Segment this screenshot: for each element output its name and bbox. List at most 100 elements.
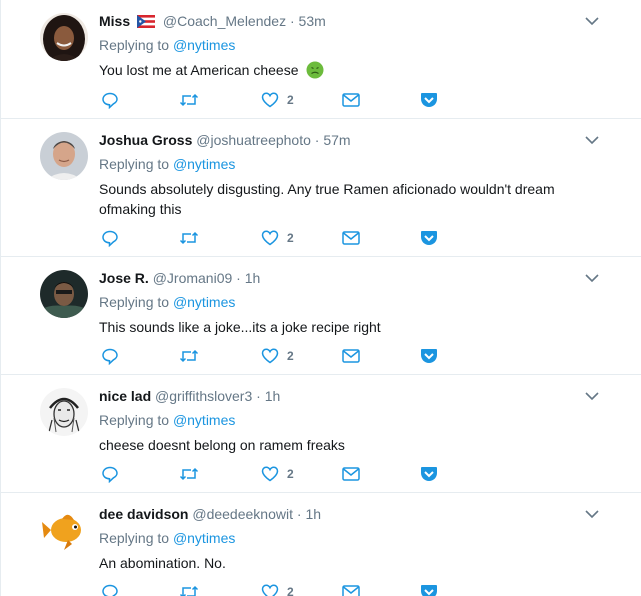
timestamp[interactable]: 1h xyxy=(245,270,261,286)
replying-to-mention[interactable]: @nytimes xyxy=(173,156,235,172)
like-count: 2 xyxy=(287,349,294,363)
timestamp[interactable]: 53m xyxy=(299,13,326,29)
tweet-text-content: Sounds absolutely disgusting. Any true R… xyxy=(99,181,555,217)
retweet-button[interactable] xyxy=(179,346,199,366)
separator-dot: · xyxy=(289,13,295,29)
display-name[interactable]: Jose R. xyxy=(99,270,149,286)
separator-dot: · xyxy=(314,132,320,148)
username[interactable]: @griffithslover3 xyxy=(155,388,252,404)
separator-dot: · xyxy=(236,270,241,286)
retweet-icon xyxy=(179,349,199,363)
separator-dot: · xyxy=(256,388,261,404)
reply-button[interactable] xyxy=(101,464,119,484)
reply-button[interactable] xyxy=(101,346,119,366)
replying-to: Replying to @nytimes xyxy=(99,529,235,547)
replying-to: Replying to @nytimes xyxy=(99,411,235,429)
like-button[interactable]: 2 xyxy=(261,228,294,248)
reply-button[interactable] xyxy=(101,228,119,248)
pocket-button[interactable] xyxy=(420,228,438,248)
like-count: 2 xyxy=(287,467,294,481)
tweet-reply[interactable]: Jose R. @Jromani09 · 1h Replying to @nyt… xyxy=(0,257,641,375)
tweet-reply[interactable]: dee davidson @deedeeknowit · 1h Replying… xyxy=(0,493,641,596)
retweet-button[interactable] xyxy=(179,582,199,596)
tweet-reply[interactable]: Joshua Gross @joshuatreephoto · 57m Repl… xyxy=(0,119,641,257)
tweet-text: Sounds absolutely disgusting. Any true R… xyxy=(99,179,579,219)
reply-icon xyxy=(102,584,118,596)
tweet-reply[interactable]: nice lad @griffithslover3 · 1h Replying … xyxy=(0,375,641,493)
timestamp[interactable]: 57m xyxy=(323,132,350,148)
like-count: 2 xyxy=(287,93,294,107)
like-button[interactable]: 2 xyxy=(261,346,294,366)
replying-to: Replying to @nytimes xyxy=(99,36,235,54)
username[interactable]: @joshuatreephoto xyxy=(196,132,311,148)
nauseated-face-emoji xyxy=(306,61,324,84)
tweet-actions: 2 xyxy=(99,346,459,366)
username[interactable]: @Coach_Melendez xyxy=(163,13,286,29)
envelope-icon xyxy=(342,349,360,363)
pocket-icon xyxy=(421,349,437,363)
timestamp[interactable]: 1h xyxy=(305,506,321,522)
tweet-text-content: An abomination. No. xyxy=(99,555,226,571)
direct-message-button[interactable] xyxy=(342,90,360,110)
retweet-icon xyxy=(179,585,199,596)
tweet-header: dee davidson @deedeeknowit · 1h xyxy=(99,505,321,523)
chevron-down-icon[interactable] xyxy=(584,271,600,283)
replying-to-mention[interactable]: @nytimes xyxy=(173,530,235,546)
retweet-button[interactable] xyxy=(179,228,199,248)
separator-dot: · xyxy=(296,506,302,522)
like-button[interactable]: 2 xyxy=(261,464,294,484)
username[interactable]: @Jromani09 xyxy=(153,270,233,286)
retweet-button[interactable] xyxy=(179,90,199,110)
direct-message-button[interactable] xyxy=(342,464,360,484)
avatar[interactable] xyxy=(40,506,88,554)
like-button[interactable]: 2 xyxy=(261,582,294,596)
tweet-text: This sounds like a joke...its a joke rec… xyxy=(99,317,579,337)
reply-button[interactable] xyxy=(101,582,119,596)
tweet-text-content: This sounds like a joke...its a joke rec… xyxy=(99,319,381,335)
display-name[interactable]: nice lad xyxy=(99,388,151,404)
display-name[interactable]: Miss xyxy=(99,13,130,29)
replying-to-label: Replying to xyxy=(99,530,170,546)
retweet-icon xyxy=(179,93,199,107)
display-name[interactable]: dee davidson xyxy=(99,506,188,522)
puerto-rico-flag-icon xyxy=(137,14,156,32)
chevron-down-icon[interactable] xyxy=(584,133,600,145)
chevron-down-icon[interactable] xyxy=(584,507,600,519)
replying-to: Replying to @nytimes xyxy=(99,155,235,173)
envelope-icon xyxy=(342,585,360,596)
chevron-down-icon[interactable] xyxy=(584,14,600,26)
chevron-down-icon[interactable] xyxy=(584,389,600,401)
tweet-actions: 2 xyxy=(99,582,459,596)
replying-to-label: Replying to xyxy=(99,412,170,428)
username[interactable]: @deedeeknowit xyxy=(192,506,293,522)
replying-to-mention[interactable]: @nytimes xyxy=(173,294,235,310)
heart-icon xyxy=(261,466,279,482)
reply-icon xyxy=(102,466,118,483)
pocket-button[interactable] xyxy=(420,346,438,366)
avatar[interactable] xyxy=(40,388,88,436)
pocket-button[interactable] xyxy=(420,582,438,596)
reply-button[interactable] xyxy=(101,90,119,110)
like-button[interactable]: 2 xyxy=(261,90,294,110)
timestamp[interactable]: 1h xyxy=(265,388,281,404)
tweet-header: Jose R. @Jromani09 · 1h xyxy=(99,269,260,287)
reply-icon xyxy=(102,348,118,365)
avatar[interactable] xyxy=(40,270,88,318)
direct-message-button[interactable] xyxy=(342,582,360,596)
tweet-actions: 2 xyxy=(99,228,459,248)
heart-icon xyxy=(261,584,279,596)
avatar[interactable] xyxy=(40,13,88,61)
tweet-header: nice lad @griffithslover3 · 1h xyxy=(99,387,280,405)
direct-message-button[interactable] xyxy=(342,228,360,248)
tweet-text: cheese doesnt belong on ramem freaks xyxy=(99,435,579,455)
pocket-button[interactable] xyxy=(420,90,438,110)
avatar[interactable] xyxy=(40,132,88,180)
heart-icon xyxy=(261,230,279,246)
pocket-button[interactable] xyxy=(420,464,438,484)
display-name[interactable]: Joshua Gross xyxy=(99,132,192,148)
tweet-reply[interactable]: Miss @Coach_Melendez · 53m Replying to @… xyxy=(0,0,641,119)
replying-to-mention[interactable]: @nytimes xyxy=(173,412,235,428)
replying-to-mention[interactable]: @nytimes xyxy=(173,37,235,53)
direct-message-button[interactable] xyxy=(342,346,360,366)
retweet-button[interactable] xyxy=(179,464,199,484)
